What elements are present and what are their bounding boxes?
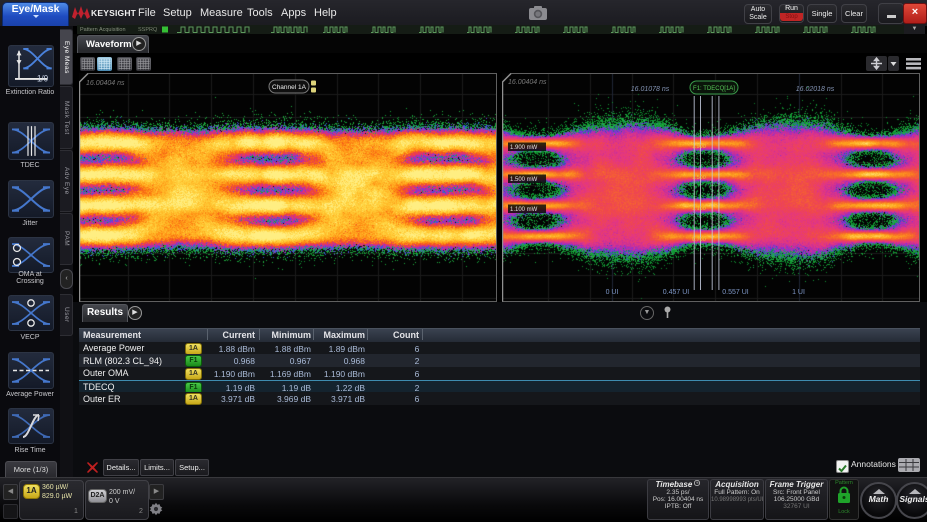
svg-text:16.00404 ns: 16.00404 ns bbox=[86, 80, 125, 87]
svg-text:1.100: 1.100 bbox=[692, 206, 706, 212]
svg-text:1/0: 1/0 bbox=[37, 73, 48, 84]
svg-text:1.500 mW: 1.500 mW bbox=[510, 177, 538, 183]
svg-text:1 UI: 1 UI bbox=[792, 289, 805, 296]
svg-text:0.457 UI: 0.457 UI bbox=[663, 289, 690, 296]
svg-text:0.557 UI: 0.557 UI bbox=[722, 289, 749, 296]
svg-text:1.900: 1.900 bbox=[692, 144, 706, 150]
svg-text:0.700: 0.700 bbox=[692, 237, 706, 243]
svg-text:16.02018 ns: 16.02018 ns bbox=[796, 86, 835, 93]
svg-text:0 UI: 0 UI bbox=[606, 289, 619, 296]
svg-text:Channel 1A: Channel 1A bbox=[272, 84, 307, 91]
svg-text:16.01078 ns: 16.01078 ns bbox=[631, 86, 670, 93]
svg-text:F1: TDECQ[1A]: F1: TDECQ[1A] bbox=[693, 86, 735, 92]
svg-text:1.900 mW: 1.900 mW bbox=[510, 145, 538, 151]
svg-text:1.500: 1.500 bbox=[692, 175, 706, 181]
svg-text:1.100 mW: 1.100 mW bbox=[510, 207, 538, 213]
svg-text:16.00404 ns: 16.00404 ns bbox=[508, 79, 547, 86]
